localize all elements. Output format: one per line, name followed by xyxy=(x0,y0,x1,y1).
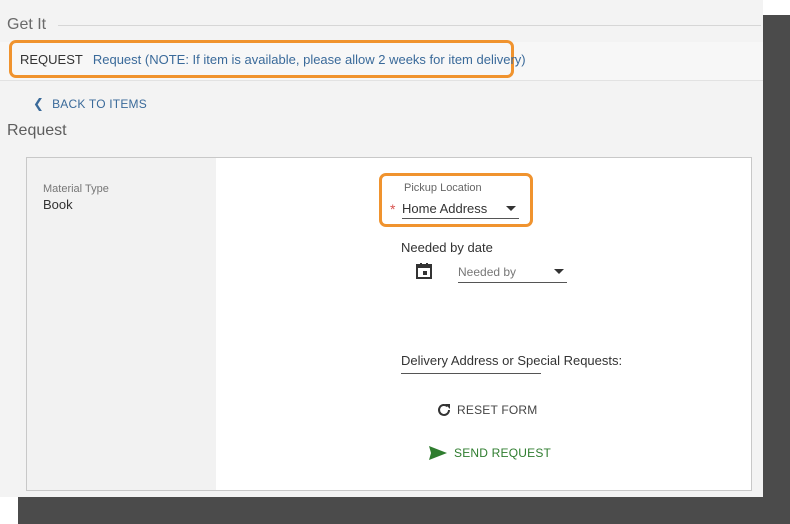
delivery-input-underline xyxy=(401,373,541,374)
form-title: Request xyxy=(7,122,67,139)
caret-down-icon xyxy=(554,269,564,274)
send-request-button[interactable]: SEND REQUEST xyxy=(428,445,551,461)
needed-by-select[interactable]: Needed by xyxy=(458,261,567,283)
pickup-location-label: Pickup Location xyxy=(404,182,482,194)
get-it-title: Get It xyxy=(7,16,47,33)
send-icon xyxy=(429,446,447,460)
get-it-header: Get It xyxy=(7,14,761,36)
send-request-label: SEND REQUEST xyxy=(454,446,552,460)
needed-by-date-title: Needed by date xyxy=(401,240,493,255)
refresh-icon xyxy=(438,403,450,416)
pickup-location-select[interactable]: Home Address xyxy=(402,199,519,219)
reset-form-label: RESET FORM xyxy=(457,403,538,417)
material-type-value: Book xyxy=(43,197,73,212)
request-link[interactable]: Request (NOTE: If item is available, ple… xyxy=(93,52,526,67)
request-label: REQUEST xyxy=(20,51,83,67)
material-column: Material Type Book xyxy=(27,158,216,490)
window-shadow-right xyxy=(763,15,790,524)
get-it-panel: Get It REQUEST Request (NOTE: If item is… xyxy=(0,0,763,497)
caret-down-icon xyxy=(506,206,516,211)
header-divider xyxy=(58,24,761,26)
back-to-items-label: BACK TO ITEMS xyxy=(52,97,147,111)
request-option-highlight: REQUEST Request (NOTE: If item is availa… xyxy=(9,40,526,78)
chevron-left-icon: ❮ xyxy=(33,96,45,111)
required-marker: * xyxy=(390,201,396,217)
window-shadow-bottom xyxy=(18,497,790,524)
pickup-location-field: Pickup Location * Home Address xyxy=(379,173,533,227)
needed-by-placeholder: Needed by xyxy=(458,264,517,279)
material-type-label: Material Type xyxy=(43,183,109,195)
calendar-icon[interactable] xyxy=(415,262,433,280)
delivery-address-label[interactable]: Delivery Address or Special Requests: xyxy=(401,353,622,368)
reset-form-button[interactable]: RESET FORM xyxy=(436,402,537,418)
back-to-items-button[interactable]: ❮ BACK TO ITEMS xyxy=(33,96,147,112)
pickup-location-value: Home Address xyxy=(402,201,488,216)
